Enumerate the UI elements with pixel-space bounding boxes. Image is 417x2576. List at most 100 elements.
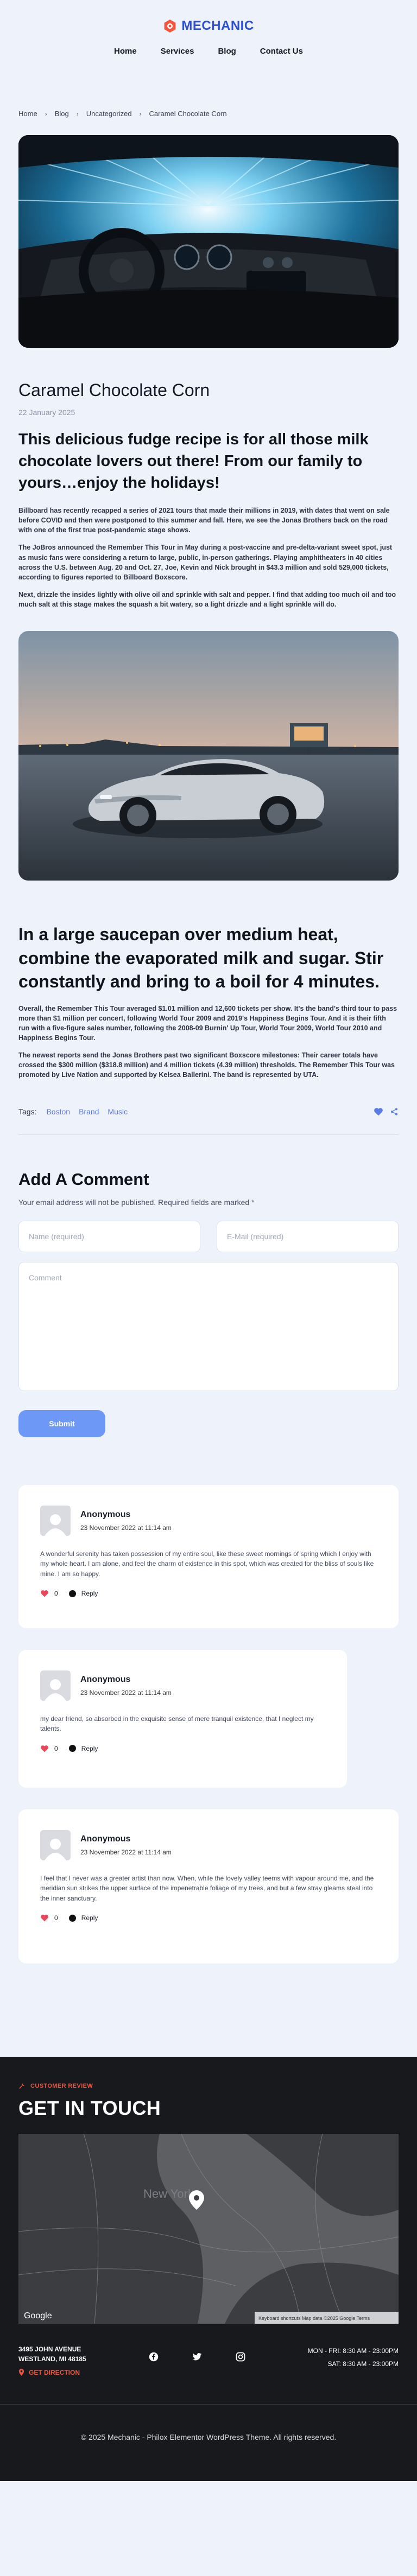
heart-icon[interactable]	[40, 1590, 49, 1597]
post-paragraph: Overall, the Remember This Tour averaged…	[18, 1004, 397, 1042]
nav-blog[interactable]: Blog	[218, 47, 236, 56]
brand-name: MECHANIC	[181, 18, 254, 33]
comment-author: Anonymous	[80, 1674, 131, 1684]
get-direction-label: GET DIRECTION	[29, 2368, 80, 2376]
nav-contact[interactable]: Contact Us	[260, 47, 303, 56]
reply-icon[interactable]	[68, 1914, 76, 1922]
footer-info: 3495 JOHN AVENUE WESTLAND, MI 48185 GET …	[18, 2344, 399, 2388]
breadcrumb-current: Caramel Chocolate Corn	[149, 110, 227, 118]
tag-link[interactable]: Brand	[79, 1107, 99, 1116]
map-attribution: Keyboard shortcuts Map data ©2025 Google…	[258, 2316, 370, 2321]
tags-label: Tags:	[18, 1107, 37, 1116]
address-line: WESTLAND, MI 48185	[18, 2355, 86, 2363]
footer-title: GET IN TOUCH	[18, 2096, 161, 2119]
copyright: © 2025 Mechanic - Philox Elementor WordP…	[80, 2432, 337, 2441]
like-count: 0	[54, 1590, 58, 1598]
comment-textarea[interactable]	[18, 1261, 399, 1391]
site-logo[interactable]: MECHANIC	[163, 18, 254, 34]
comment-card: Anonymous 23 November 2022 at 11:14 am I…	[18, 1809, 399, 1963]
submit-button[interactable]: Submit	[18, 1410, 105, 1437]
comment-card: Anonymous 23 November 2022 at 11:14 am m…	[18, 1649, 347, 1788]
facebook-icon[interactable]	[149, 2352, 159, 2362]
map-pin-icon	[18, 2369, 24, 2376]
post-content: Home › Blog › Uncategorized › Caramel Ch…	[18, 110, 399, 1963]
like-count: 0	[54, 1914, 58, 1922]
car-interior-image	[18, 135, 399, 348]
user-silhouette-icon	[45, 1838, 66, 1860]
gear-logo-icon	[164, 20, 176, 33]
post-title: Caramel Chocolate Corn	[18, 380, 210, 400]
map-image: New York Google Keyboard shortcuts Map d…	[18, 2133, 399, 2324]
post-subheading: In a large saucepan over medium heat, co…	[18, 924, 384, 992]
breadcrumb-blog[interactable]: Blog	[55, 110, 69, 118]
post-paragraph: Next, drizzle the insides lightly with o…	[18, 590, 396, 609]
reply-link[interactable]: Reply	[81, 1914, 98, 1922]
heart-icon[interactable]	[374, 1107, 383, 1116]
comment-author: Anonymous	[80, 1509, 131, 1519]
map-embed[interactable]: New York Google Keyboard shortcuts Map d…	[18, 2133, 399, 2324]
comment-date: 23 November 2022 at 11:14 am	[80, 1523, 172, 1532]
comment-author: Anonymous	[80, 1834, 131, 1844]
site-header: MECHANIC Home Services Blog Contact Us	[0, 0, 417, 98]
tags-row: Tags: Boston Brand Music	[18, 1107, 399, 1116]
comment-actions: 0 Reply	[40, 1745, 325, 1752]
user-silhouette-icon	[45, 1679, 66, 1701]
nav-services[interactable]: Services	[161, 47, 194, 56]
comment-fields	[18, 1220, 399, 1252]
get-direction-link[interactable]: GET DIRECTION	[18, 2369, 86, 2376]
comment-form-title: Add A Comment	[18, 1169, 149, 1189]
breadcrumb: Home › Blog › Uncategorized › Caramel Ch…	[18, 110, 399, 118]
post-image	[18, 631, 399, 881]
wrench-icon	[18, 2083, 24, 2089]
post-actions	[374, 1107, 399, 1116]
breadcrumb-category[interactable]: Uncategorized	[86, 110, 132, 118]
opening-hours: SAT: 8:30 AM - 23:00PM	[327, 2360, 399, 2368]
featured-image	[18, 135, 399, 348]
share-icon[interactable]	[390, 1107, 399, 1116]
comment-text: I feel that I never was a greater artist…	[40, 1874, 374, 1902]
post-paragraph: Billboard has recently recapped a series…	[18, 507, 390, 534]
comment-date: 23 November 2022 at 11:14 am	[80, 1848, 172, 1856]
divider	[18, 1134, 399, 1135]
reply-link[interactable]: Reply	[81, 1590, 98, 1597]
user-silhouette-icon	[45, 1514, 66, 1536]
opening-hours: MON - FRI: 8:30 AM - 23:00PM	[307, 2347, 399, 2355]
post-lead: This delicious fudge recipe is for all t…	[18, 431, 369, 492]
chevron-right-icon: ›	[76, 110, 79, 118]
sports-car-image	[18, 631, 399, 881]
address-line: 3495 JOHN AVENUE	[18, 2345, 81, 2353]
tag-link[interactable]: Boston	[46, 1107, 70, 1116]
comment-date: 23 November 2022 at 11:14 am	[80, 1688, 172, 1697]
twitter-icon[interactable]	[192, 2352, 202, 2362]
footer-label: CUSTOMER REVIEW	[18, 2083, 399, 2089]
tag-link[interactable]: Music	[108, 1107, 128, 1116]
avatar	[40, 1829, 71, 1860]
comment-actions: 0 Reply	[40, 1914, 377, 1922]
post-date: 22 January 2025	[18, 408, 75, 417]
like-count: 0	[54, 1744, 58, 1752]
post-paragraph: The newest reports send the Jonas Brothe…	[18, 1051, 395, 1079]
nav-home[interactable]: Home	[114, 47, 137, 56]
name-field[interactable]	[18, 1220, 200, 1252]
avatar	[40, 1670, 71, 1701]
comment-text: A wonderful serenity has taken possessio…	[40, 1550, 374, 1578]
avatar	[40, 1505, 71, 1536]
heart-icon[interactable]	[40, 1914, 49, 1922]
email-field[interactable]	[217, 1220, 399, 1252]
main-nav: Home Services Blog Contact Us	[114, 47, 303, 56]
google-logo: Google	[24, 2311, 52, 2320]
social-links	[149, 2352, 245, 2362]
breadcrumb-home[interactable]: Home	[18, 110, 37, 118]
chevron-right-icon: ›	[139, 110, 142, 118]
reply-link[interactable]: Reply	[81, 1745, 98, 1752]
comment-actions: 0 Reply	[40, 1590, 377, 1597]
heart-icon[interactable]	[40, 1745, 49, 1752]
instagram-icon[interactable]	[236, 2352, 245, 2362]
site-footer: CUSTOMER REVIEW GET IN TOUCH New York Go…	[0, 2056, 417, 2481]
chevron-right-icon: ›	[45, 110, 47, 118]
reply-icon[interactable]	[68, 1590, 76, 1597]
comment-form-note: Your email address will not be published…	[18, 1197, 255, 1207]
comment-card: Anonymous 23 November 2022 at 11:14 am A…	[18, 1484, 399, 1628]
comment-text: my dear friend, so absorbed in the exqui…	[40, 1714, 314, 1733]
reply-icon[interactable]	[68, 1745, 76, 1752]
